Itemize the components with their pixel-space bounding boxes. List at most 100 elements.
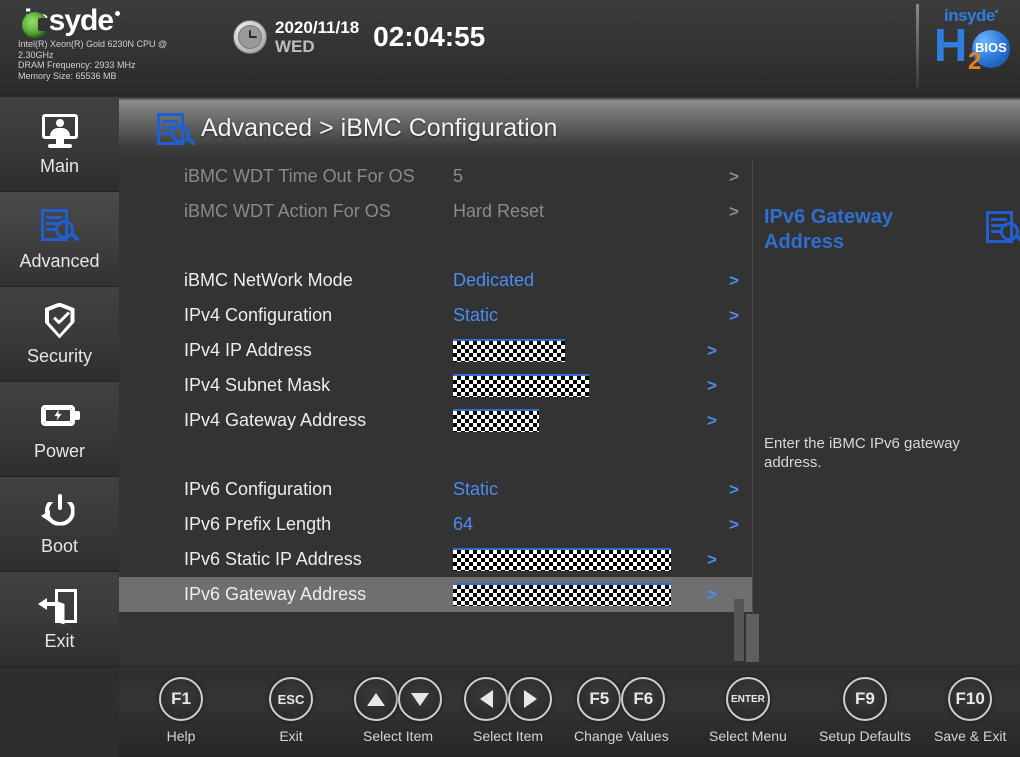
setting-label: IPv6 Prefix Length: [184, 514, 332, 534]
arrow-left-icon: [479, 690, 493, 708]
cpu-model-line: Intel(R) Xeon(R) Gold 6230N CPU @: [18, 39, 168, 49]
fkey-group-help[interactable]: F1 Help: [159, 677, 203, 744]
sidebar-item-label: Main: [39, 155, 79, 176]
content-scrollbar[interactable]: [734, 599, 759, 664]
sidebar-item-label: Power: [33, 440, 86, 461]
document-search-icon: [982, 209, 1020, 244]
monitor-icon: [37, 112, 83, 152]
fkey-label: Select Menu: [709, 728, 787, 744]
fkey-f10-button[interactable]: F10: [948, 677, 993, 721]
setting-label: iBMC WDT Action For OS: [184, 201, 391, 221]
arrow-up-icon: [367, 692, 385, 706]
insyde-registered-dot-icon: [115, 11, 121, 16]
settings-row[interactable]: IPv4 Gateway Address >: [119, 403, 752, 438]
fkey-down-button[interactable]: [398, 677, 442, 721]
setting-value-redacted[interactable]: [453, 583, 671, 606]
fkey-right-button[interactable]: [508, 677, 552, 721]
setting-value[interactable]: Dedicated: [453, 270, 534, 291]
help-panel-title: IPv6 Gateway Address: [764, 206, 893, 253]
chevron-right-icon[interactable]: >: [707, 376, 717, 396]
fkey-label: Setup Defaults: [819, 728, 911, 744]
setting-value-redacted[interactable]: [453, 548, 671, 571]
setting-label: IPv6 Configuration: [184, 479, 333, 499]
setting-label: IPv4 Subnet Mask: [184, 375, 331, 395]
fkey-f5-button[interactable]: F5: [577, 677, 622, 721]
chevron-right-icon[interactable]: >: [729, 202, 739, 222]
fkey-left-button[interactable]: [464, 677, 508, 721]
fkey-group-setup-defaults[interactable]: F9 Setup Defaults: [819, 677, 911, 744]
fkey-group-select-item[interactable]: Select Item: [464, 677, 552, 744]
settings-row[interactable]: IPv6 Configuration Static >: [119, 472, 752, 507]
fkey-group-select-menu[interactable]: ENTER Select Menu: [709, 677, 787, 744]
settings-row[interactable]: IPv6 Gateway Address >: [119, 577, 752, 612]
sidebar-item-label: Advanced: [19, 250, 100, 271]
fkey-group-select-item[interactable]: Select Item: [354, 677, 442, 744]
scrollbar-thumb[interactable]: [746, 614, 759, 662]
chevron-right-icon[interactable]: >: [707, 341, 717, 361]
settings-row[interactable]: IPv4 Configuration Static >: [119, 298, 752, 333]
settings-row[interactable]: IPv4 Subnet Mask >: [119, 368, 752, 403]
fkey-group-change-values[interactable]: F5 F6 Change Values: [574, 677, 669, 744]
fkey-enter-button[interactable]: ENTER: [725, 677, 770, 721]
power-restart-icon: [37, 492, 83, 532]
fkey-f6-button[interactable]: F6: [621, 677, 666, 721]
exit-door-icon: [37, 587, 83, 627]
sidebar-item-label: Security: [26, 345, 93, 366]
insyde-wordmark: insyde: [18, 4, 233, 38]
chevron-right-icon[interactable]: >: [729, 515, 739, 535]
chevron-right-icon[interactable]: >: [729, 306, 739, 326]
settings-row: iBMC WDT Time Out For OS 5 >: [119, 159, 752, 194]
setting-value[interactable]: Static: [453, 479, 498, 500]
insyde-leaf-icon: [22, 12, 50, 38]
setting-value-redacted[interactable]: [453, 374, 589, 397]
setting-label: iBMC WDT Time Out For OS: [184, 166, 415, 186]
setting-value[interactable]: 64: [453, 514, 473, 535]
setting-value[interactable]: Hard Reset: [453, 201, 544, 222]
chevron-right-icon[interactable]: >: [707, 550, 717, 570]
arrow-down-icon: [411, 692, 429, 706]
sidebar-item-boot[interactable]: Boot: [0, 477, 119, 572]
settings-row[interactable]: IPv6 Prefix Length 64 >: [119, 507, 752, 542]
sidebar-item-advanced[interactable]: Advanced: [0, 192, 119, 287]
sidebar-item-main[interactable]: Main: [0, 97, 119, 192]
chevron-right-icon[interactable]: >: [729, 167, 739, 187]
insyde-h2o-bios-logo: insyde H 2 BIOS: [916, 2, 1010, 90]
fkey-label: Change Values: [574, 728, 669, 744]
fkey-f1-button[interactable]: F1: [159, 677, 203, 721]
fkey-f9-button[interactable]: F9: [842, 677, 887, 721]
scrollbar-shadow: [734, 599, 744, 661]
fkey-label: Exit: [279, 728, 303, 744]
settings-row[interactable]: IPv4 IP Address >: [119, 333, 752, 368]
current-weekday: WED: [275, 37, 315, 56]
fkey-group-save-exit[interactable]: F10 Save & Exit: [934, 677, 1006, 744]
current-time: 02:04:55: [373, 21, 486, 52]
cpu-speed-line: 2.30GHz: [18, 49, 54, 60]
setting-value[interactable]: 5: [453, 166, 463, 187]
setting-value-redacted[interactable]: [453, 339, 565, 362]
memory-size-line: Memory Size: 65536 MB: [18, 70, 117, 81]
settings-content-area: iBMC WDT Time Out For OS 5 > iBMC WDT Actio…: [119, 159, 1020, 665]
sidebar-item-security[interactable]: Security: [0, 287, 119, 382]
chevron-right-icon[interactable]: >: [729, 271, 739, 291]
chevron-right-icon[interactable]: >: [707, 411, 717, 431]
settings-row[interactable]: iBMC NetWork Mode Dedicated >: [119, 263, 752, 298]
settings-row[interactable]: IPv6 Static IP Address >: [119, 542, 752, 577]
chevron-right-icon[interactable]: >: [707, 585, 717, 605]
setting-value-redacted[interactable]: [453, 409, 539, 432]
sidebar-item-exit[interactable]: Exit: [0, 572, 119, 667]
fkey-up-button[interactable]: [354, 677, 398, 721]
settings-list: iBMC WDT Time Out For OS 5 > iBMC WDT Actio…: [119, 159, 752, 612]
clock-icon: [233, 20, 267, 54]
fkey-label: Save & Exit: [934, 728, 1007, 744]
chevron-right-icon[interactable]: >: [729, 480, 739, 500]
setting-value[interactable]: Static: [453, 305, 498, 326]
h2o-bios-text: BIOS: [975, 40, 1007, 55]
setting-label: IPv4 Gateway Address: [184, 410, 367, 430]
sidebar-item-power[interactable]: Power: [0, 382, 119, 477]
fkey-esc-button[interactable]: ESC: [269, 677, 313, 721]
fkey-label: Help: [166, 728, 196, 744]
insyde-brand-block: insyde Intel(R) Xeon(R) Gold 6230N CPU @…: [18, 4, 233, 81]
fkey-group-exit[interactable]: ESC Exit: [269, 677, 313, 744]
top-header-bar: insyde Intel(R) Xeon(R) Gold 6230N CPU @…: [0, 0, 1020, 97]
